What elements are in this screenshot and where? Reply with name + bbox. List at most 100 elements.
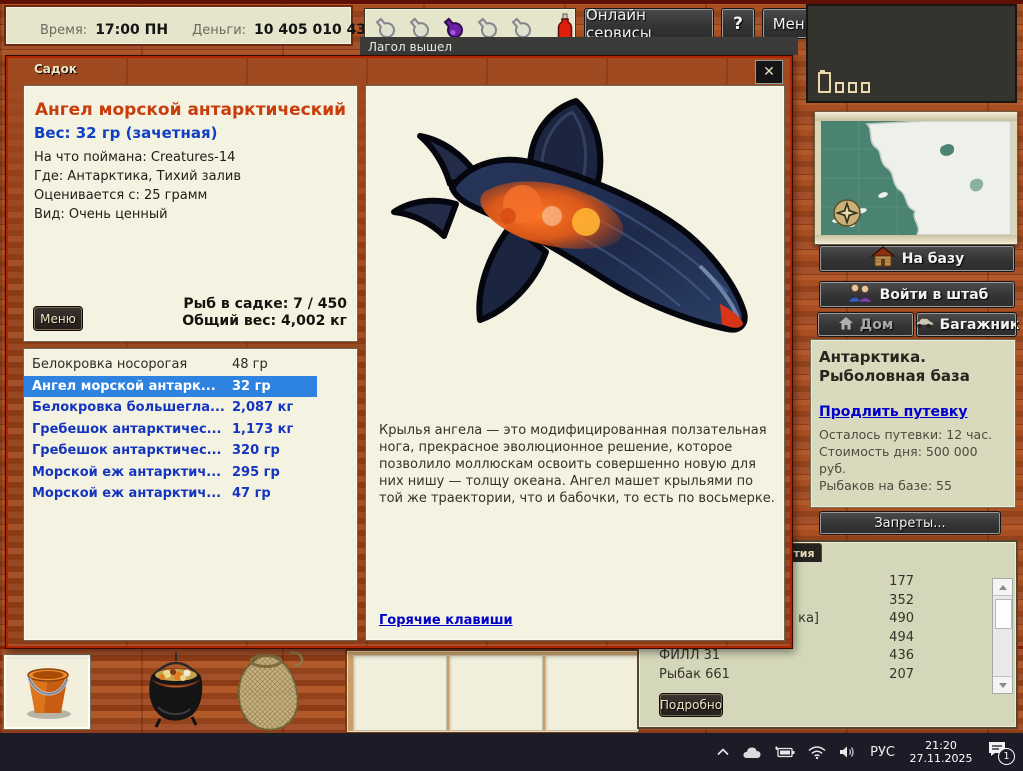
fish-weight-cell: 47 гр (232, 486, 271, 501)
time-value: 17:00 ПН (95, 22, 168, 38)
notification-badge: 1 (998, 748, 1015, 765)
scroll-thumb[interactable] (995, 599, 1012, 629)
bucket-icon (16, 659, 78, 725)
wifi-icon[interactable] (808, 746, 826, 759)
to-base-label: На базу (902, 251, 965, 267)
fish-list-row[interactable]: Морской еж антарктич... 47 гр (24, 483, 357, 505)
onedrive-cloud-icon[interactable] (742, 746, 762, 759)
chat-strip: Лагол вышел (360, 37, 798, 55)
hotkeys-link[interactable]: Горячие клавиши (379, 613, 513, 628)
fish-name-cell: Гребешок антарктичес... (24, 422, 232, 437)
chat-message: Лагол вышел (360, 37, 798, 54)
cabin-icon (870, 246, 896, 271)
cage-menu-label: Меню (40, 312, 76, 326)
fish-list-row[interactable]: Ангел морской антарк... 32 гр (24, 376, 317, 398)
empty-slot[interactable] (353, 655, 447, 731)
sea-angel-image (380, 96, 772, 348)
fish-weight-cell: 1,173 кг (232, 422, 293, 437)
fish-name-cell: Морской еж антарктич... (24, 465, 232, 480)
location-info-line: Осталось путевки: 12 час. (819, 426, 1007, 443)
events-scrollbar[interactable] (992, 578, 1013, 694)
location-info-panel: Антарктика. Рыболовная база Продлить пут… (810, 339, 1016, 508)
event-value: 207 (854, 667, 914, 682)
total-weight-line: Общий вес: 4,002 кг (182, 313, 347, 330)
fish-detail-line: На что поймана: Creatures-14 (34, 148, 241, 167)
scroll-up-arrow[interactable] (993, 579, 1012, 596)
cauldron-icon[interactable] (140, 651, 212, 735)
time-label: Время: (40, 23, 87, 38)
hud-dark-panel (806, 4, 1017, 103)
inventory-slots-panel (345, 649, 640, 734)
event-row[interactable]: Рыбак 661 207 (639, 667, 976, 686)
event-name: Рыбак 661 (659, 667, 819, 682)
scroll-down-arrow[interactable] (993, 676, 1012, 693)
trunk-button[interactable]: Багажник (917, 313, 1016, 336)
car-icon (914, 317, 934, 333)
fish-list-row[interactable]: Гребешок антарктичес... 320 гр (24, 440, 357, 462)
trunk-label: Багажник (940, 317, 1020, 333)
enter-hq-label: Войти в штаб (880, 287, 989, 303)
event-value: 490 (854, 611, 914, 626)
windows-taskbar[interactable]: РУС 21:20 27.11.2025 1 (0, 733, 1023, 771)
event-row[interactable]: ФИЛЛ 31 436 (639, 648, 976, 667)
event-name: ФИЛЛ 31 (659, 648, 819, 663)
fish-list-row[interactable]: Белокровка большегла... 2,087 кг (24, 397, 357, 419)
fish-detail-line: Вид: Очень ценный (34, 205, 241, 224)
minimap[interactable] (814, 111, 1018, 245)
clock[interactable]: 21:20 27.11.2025 (908, 739, 974, 765)
location-info-line: Рыбаков на базе: 55 (819, 477, 1007, 494)
fish-list-pane: Белокровка носорогая 48 гр Ангел морской… (23, 348, 358, 641)
bans-button[interactable]: Запреты... (820, 512, 1000, 534)
fish-name: Ангел морской антарктический (24, 100, 357, 120)
money-label: Деньги: (192, 23, 246, 38)
tray-expand-icon[interactable] (717, 748, 729, 756)
online-services-button[interactable]: Онлайн сервисы (585, 9, 713, 38)
tackle-durability-icon (818, 72, 870, 93)
notification-center-icon[interactable]: 1 (987, 740, 1013, 764)
event-value: 177 (854, 574, 914, 589)
extend-permit-link[interactable]: Продлить путевку (819, 404, 967, 420)
fish-description: Крылья ангела — это модифицированная пол… (379, 422, 779, 507)
fish-name-cell: Белокровка носорогая (24, 357, 232, 372)
battery-icon[interactable] (775, 746, 795, 758)
enter-hq-button[interactable]: Войти в штаб (820, 282, 1014, 307)
fish-list-row[interactable]: Морской еж антарктич... 295 гр (24, 462, 357, 484)
language-indicator[interactable]: РУС (870, 745, 895, 760)
keepnet-icon[interactable] (230, 649, 308, 737)
cage-totals: Рыб в садке: 7 / 450 Общий вес: 4,002 кг (182, 296, 347, 330)
fish-name-cell: Белокровка большегла... (24, 400, 232, 415)
clock-date: 27.11.2025 (908, 752, 974, 765)
fish-detail-line: Где: Антарктика, Тихий залив (34, 167, 241, 186)
event-value: 494 (854, 630, 914, 645)
help-label: ? (733, 14, 743, 34)
cage-menu-button[interactable]: Меню (34, 307, 82, 330)
clock-time: 21:20 (908, 739, 974, 752)
event-value: 436 (854, 648, 914, 663)
system-tray: РУС 21:20 27.11.2025 1 (717, 733, 1013, 771)
map-roll-top (815, 112, 1017, 121)
home-label: Дом (860, 317, 894, 333)
bucket-slot[interactable] (4, 655, 90, 729)
location-title: Антарктика. Рыболовная база (819, 348, 1007, 386)
home-button[interactable]: Дом (818, 313, 913, 336)
details-button[interactable]: Подробно (660, 694, 722, 716)
fish-weight-cell: 48 гр (232, 357, 268, 372)
game-screen: Время: 17:00 ПН Деньги: 10 405 010 439 р… (0, 0, 1023, 771)
map-image (821, 121, 1011, 235)
events-tab-label: тия (793, 547, 814, 560)
empty-slot[interactable] (449, 655, 543, 731)
to-base-button[interactable]: На базу (820, 246, 1014, 271)
fish-list-row[interactable]: Белокровка носорогая 48 гр (24, 354, 357, 376)
speaker-icon[interactable] (839, 745, 857, 759)
empty-slot[interactable] (545, 655, 639, 731)
details-label: Подробно (660, 698, 722, 712)
dialog-title: Садок (34, 62, 77, 76)
fish-name-cell: Ангел морской антарк... (24, 379, 232, 394)
help-button[interactable]: ? (722, 9, 754, 38)
fish-weight-cell: 320 гр (232, 443, 280, 458)
fish-weight-cell: 295 гр (232, 465, 280, 480)
fish-list-row[interactable]: Гребешок антарктичес... 1,173 кг (24, 419, 357, 441)
fish-detail-line: Оценивается с: 25 грамм (34, 186, 241, 205)
close-icon[interactable]: ✕ (755, 60, 783, 84)
compass-rose (834, 200, 860, 226)
